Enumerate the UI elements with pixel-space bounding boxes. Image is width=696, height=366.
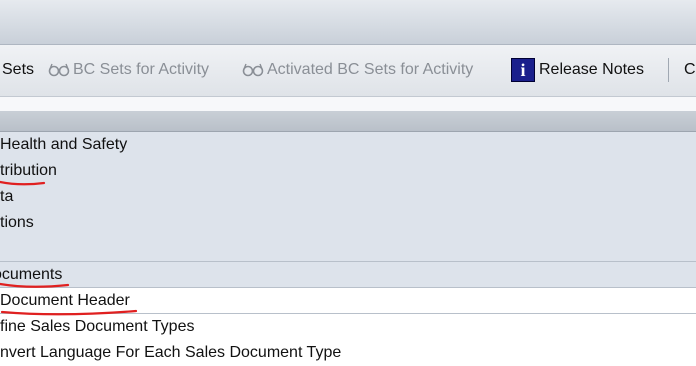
tree-node-label: nvert Language For Each Sales Document T… — [0, 344, 342, 361]
tree-node-label: tribution — [0, 162, 57, 179]
window-title-bar — [0, 0, 696, 45]
tree-node[interactable]: nvert Language For Each Sales Document T… — [0, 340, 696, 366]
tree-node[interactable] — [0, 236, 696, 262]
toolbar-truncated-button[interactable]: C — [684, 61, 696, 79]
tree-node[interactable]: ocuments — [0, 262, 696, 288]
bc-sets-for-activity-button[interactable]: BC Sets for Activity — [48, 61, 209, 79]
glasses-icon — [48, 63, 70, 77]
bc-sets-for-activity-label: BC Sets for Activity — [73, 61, 210, 78]
toolbar-sets-button[interactable]: Sets — [2, 61, 34, 79]
tree-node-label: tions — [0, 214, 34, 231]
header-spacer — [0, 97, 696, 111]
tree-node-label: ocuments — [0, 266, 63, 283]
activated-bc-sets-button[interactable]: Activated BC Sets for Activity — [242, 61, 473, 79]
tree-node[interactable]: Health and Safety — [0, 132, 696, 158]
toolbar-separator — [668, 58, 669, 82]
tree-node[interactable]: Document Header — [0, 288, 696, 314]
tree-node[interactable]: tions — [0, 210, 696, 236]
toolbar-truncated-label: C — [684, 61, 696, 78]
tree-node-label: ta — [0, 188, 14, 205]
info-icon: i — [511, 58, 535, 82]
application-toolbar: Sets BC Sets for Activity Activated BC S… — [0, 45, 696, 97]
toolbar-sets-label: Sets — [2, 61, 35, 78]
tree-header-bar — [0, 111, 696, 132]
tree-node-label: fine Sales Document Types — [0, 318, 195, 335]
tree-node[interactable]: tribution — [0, 158, 696, 185]
release-notes-label: Release Notes — [539, 61, 644, 78]
tree-node[interactable]: fine Sales Document Types — [0, 314, 696, 340]
tree-node[interactable]: ta — [0, 184, 696, 210]
glasses-icon — [242, 63, 264, 77]
release-notes-button[interactable]: i Release Notes — [511, 58, 644, 82]
tree-node-label: Document Header — [0, 292, 130, 309]
tree-node-label: Health and Safety — [0, 136, 128, 153]
activated-bc-sets-label: Activated BC Sets for Activity — [267, 61, 474, 78]
